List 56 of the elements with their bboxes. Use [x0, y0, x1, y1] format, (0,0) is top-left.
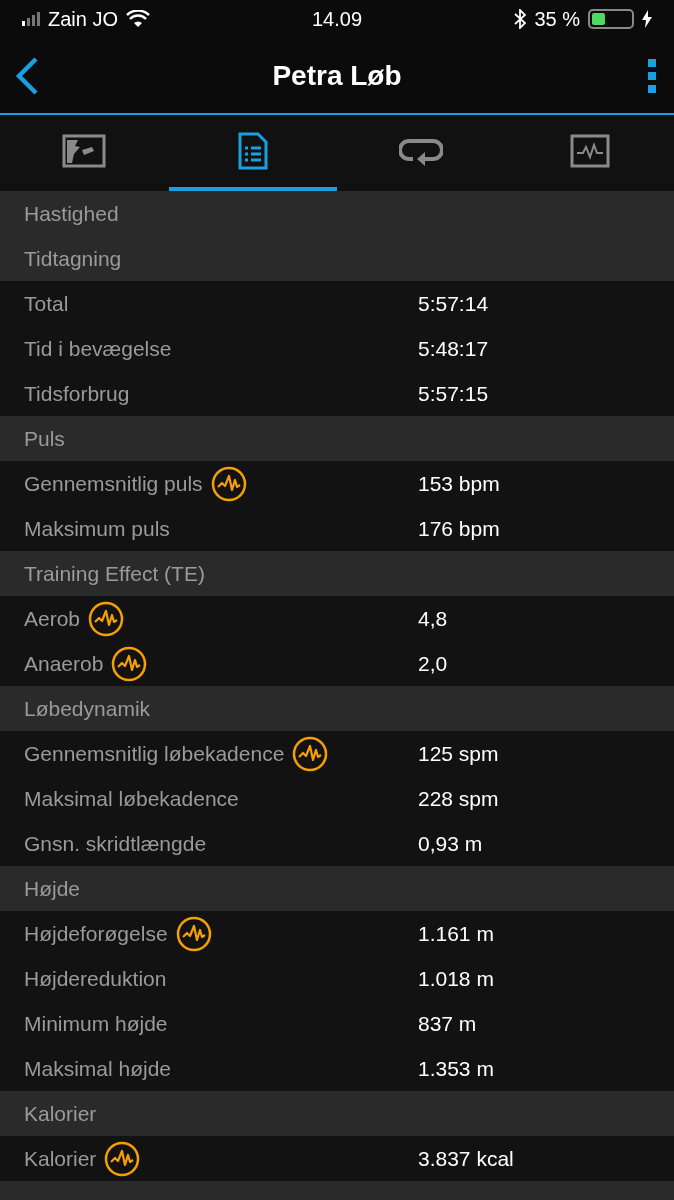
- stat-label: Total: [24, 290, 69, 317]
- stat-label: Tidsforbrug: [24, 380, 130, 407]
- stat-value: 4,8: [418, 605, 448, 632]
- carrier-name: Zain JO: [48, 7, 119, 32]
- section-header: Hastighed: [0, 191, 674, 236]
- section-header: Højde: [0, 866, 674, 911]
- stat-label: Kalorier: [24, 1145, 97, 1172]
- stat-label: Aerob: [24, 605, 81, 632]
- stat-value: 0,93 m: [418, 830, 483, 857]
- activity-chart-icon[interactable]: [104, 1140, 141, 1177]
- activity-chart-icon[interactable]: [111, 645, 148, 682]
- stat-value: 1.018 m: [418, 965, 494, 992]
- battery-percent: 35 %: [534, 7, 580, 32]
- stat-label: Gennemsnitlig puls: [24, 470, 203, 497]
- map-icon: [62, 134, 107, 168]
- activity-chart-icon[interactable]: [292, 735, 329, 772]
- stat-label: Tid i bevægelse: [24, 335, 172, 362]
- section-header: Puls: [0, 416, 674, 461]
- charging-icon: [642, 10, 652, 28]
- activity-chart-icon[interactable]: [210, 465, 247, 502]
- section-header: Training Effect (TE): [0, 551, 674, 596]
- stat-label: Anaerob: [24, 650, 104, 677]
- stat-value: 837 m: [418, 1010, 477, 1037]
- stat-label: Minimum højde: [24, 1010, 168, 1037]
- activity-chart-icon[interactable]: [175, 915, 212, 952]
- screen-title: Petra Løb: [272, 58, 402, 93]
- stat-value: 228 spm: [418, 785, 499, 812]
- section-header: Kalorier: [0, 1091, 674, 1136]
- section-header: Løbedynamik: [0, 686, 674, 731]
- stat-value: 5:48:17: [418, 335, 489, 362]
- bluetooth-icon: [514, 9, 527, 29]
- battery-icon: [588, 9, 634, 29]
- section-header: Tidtagning: [0, 236, 674, 281]
- stat-value: 1.161 m: [418, 920, 494, 947]
- signal-icon: [22, 12, 40, 26]
- stat-label: Højdereduktion: [24, 965, 167, 992]
- stat-label: Maksimum puls: [24, 515, 170, 542]
- graph-icon: [569, 134, 610, 168]
- activity-chart-icon[interactable]: [88, 600, 125, 637]
- back-icon[interactable]: [14, 55, 40, 96]
- stat-value: 5:57:15: [418, 380, 489, 407]
- stat-label: Højdeforøgelse: [24, 920, 168, 947]
- stat-value: 2,0: [418, 650, 448, 677]
- stat-value: 3.837 kcal: [418, 1145, 514, 1172]
- wifi-icon: [126, 10, 151, 28]
- stat-label: Gennemsnitlig løbekadence: [24, 740, 285, 767]
- stat-label: Maksimal højde: [24, 1055, 172, 1082]
- stat-value: 1.353 m: [418, 1055, 494, 1082]
- stat-label: Gnsn. skridtlængde: [24, 830, 207, 857]
- stat-value: 153 bpm: [418, 470, 500, 497]
- stat-value: 125 spm: [418, 740, 499, 767]
- stat-value: 176 bpm: [418, 515, 500, 542]
- status-time: 14.09: [311, 7, 363, 32]
- document-list-icon: [237, 132, 268, 170]
- stat-label: Maksimal løbekadence: [24, 785, 239, 812]
- stat-value: 5:57:14: [418, 290, 489, 317]
